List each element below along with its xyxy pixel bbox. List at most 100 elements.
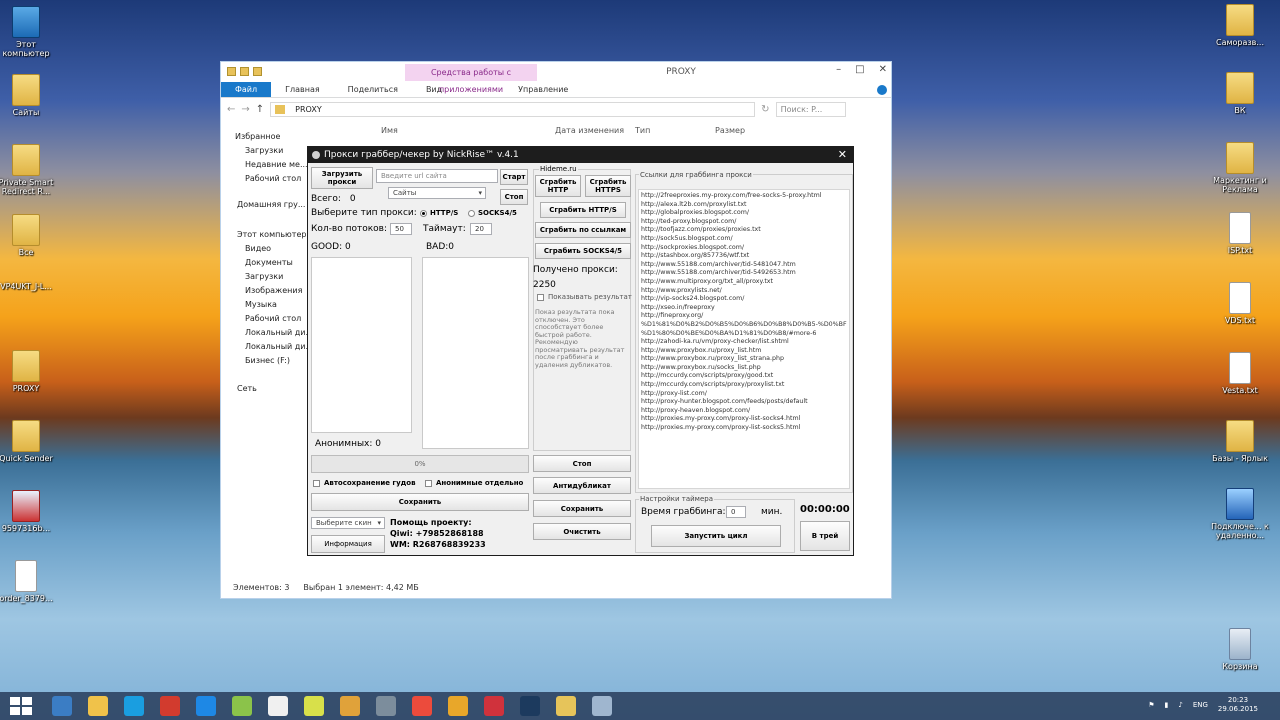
grab-http-button[interactable]: Сграбить HTTP <box>535 175 581 197</box>
good-list[interactable] <box>311 257 412 433</box>
stop-top-button[interactable]: Стоп <box>500 189 528 205</box>
column-name[interactable]: Имя <box>381 126 555 135</box>
nav-item[interactable]: Избранное <box>235 130 280 144</box>
nav-item[interactable]: Локальный ди... <box>245 326 313 340</box>
checkbox-icon[interactable] <box>313 479 320 487</box>
grab-https-button[interactable]: Сграбить HTTPS <box>585 175 631 197</box>
taskbar-app[interactable] <box>440 693 476 719</box>
language-indicator[interactable]: ENG <box>1193 701 1208 709</box>
desktop-icon[interactable]: Базы - Ярлык <box>1210 420 1270 463</box>
grab-time-input[interactable]: 0 <box>726 506 746 518</box>
up-icon[interactable]: ↑ <box>256 104 264 115</box>
desktop-icon[interactable]: Quick Sender <box>0 420 56 463</box>
flag-icon[interactable]: ⚑ <box>1148 701 1154 709</box>
search-input[interactable]: Поиск: P... <box>775 101 846 117</box>
save2-button[interactable]: Сохранить <box>533 500 631 517</box>
desktop-icon[interactable]: order_8379... <box>0 560 56 603</box>
taskbar-app[interactable] <box>512 693 548 719</box>
folder-icon[interactable] <box>227 67 236 76</box>
autosave-checkbox[interactable]: Автосохранение гудов <box>313 479 416 487</box>
close-icon[interactable]: ✕ <box>879 64 887 75</box>
nav-item[interactable]: Загрузки <box>245 270 283 284</box>
start-button-icon[interactable] <box>10 697 32 715</box>
show-result-checkbox[interactable]: Показывать результат <box>537 293 632 301</box>
help-icon[interactable] <box>877 85 887 95</box>
skin-select[interactable]: Выберите скин ▾ <box>311 517 385 529</box>
sites-select[interactable]: Сайты ▾ <box>388 187 486 199</box>
desktop-icon[interactable]: Vesta.txt <box>1210 352 1270 395</box>
nav-item[interactable]: Сеть <box>237 382 257 396</box>
desktop-icon[interactable]: Сайты <box>0 74 56 117</box>
tab-manage[interactable]: Управление <box>504 82 582 97</box>
maximize-icon[interactable]: □ <box>855 64 864 75</box>
taskbar-app[interactable] <box>296 693 332 719</box>
nav-item[interactable]: Этот компьютер <box>237 228 306 242</box>
desktop-icon[interactable]: Подключе... к удаленно... <box>1210 488 1270 540</box>
nav-item[interactable]: Недавние ме... <box>245 158 308 172</box>
column-size[interactable]: Размер <box>715 126 775 135</box>
url-input[interactable]: Введите url сайта <box>376 169 498 183</box>
urls-textarea[interactable]: http://2freeproxies.my-proxy.com/free-so… <box>638 189 850 489</box>
desktop-icon[interactable]: Этот компьютер <box>0 6 56 58</box>
network-icon[interactable]: ▮ <box>1164 701 1168 709</box>
taskbar-app[interactable] <box>80 693 116 719</box>
nav-item[interactable]: Видео <box>245 242 271 256</box>
desktop-icon[interactable]: ISP.txt <box>1210 212 1270 255</box>
properties-icon[interactable] <box>240 67 249 76</box>
taskbar-app[interactable] <box>584 693 620 719</box>
desktop-icon[interactable]: Корзина <box>1210 628 1270 671</box>
antiduplicate-button[interactable]: Антидубликат <box>533 477 631 494</box>
nav-item[interactable]: Документы <box>245 256 293 270</box>
grab-links-button[interactable]: Сграбить по ссылкам <box>535 222 631 238</box>
tray-button[interactable]: В трей <box>800 521 850 551</box>
minimize-icon[interactable]: – <box>836 64 841 75</box>
stop-button[interactable]: Стоп <box>533 455 631 472</box>
nav-item[interactable]: Рабочий стол <box>245 312 301 326</box>
new-folder-icon[interactable] <box>253 67 262 76</box>
desktop-icon[interactable]: Маркетинг и Реклама <box>1210 142 1270 194</box>
nav-item[interactable]: Загрузки <box>245 144 283 158</box>
timeout-input[interactable]: 20 <box>470 223 492 235</box>
desktop-icon[interactable]: 9597316b... <box>0 490 56 533</box>
taskbar-app[interactable] <box>404 693 440 719</box>
desktop-icon[interactable]: ВК <box>1210 72 1270 115</box>
radio-http[interactable]: HTTP/S <box>420 209 458 217</box>
taskbar-app[interactable] <box>44 693 80 719</box>
radio-icon[interactable] <box>420 209 427 217</box>
nav-item[interactable]: Музыка <box>245 298 277 312</box>
nav-item[interactable]: Бизнес (F:) <box>245 354 290 368</box>
radio-socks[interactable]: SOCKS4/5 <box>468 209 517 217</box>
address-input[interactable]: PROXY <box>270 101 756 117</box>
save-button[interactable]: Сохранить <box>311 493 529 511</box>
radio-icon[interactable] <box>468 209 475 217</box>
tab-file[interactable]: Файл <box>221 82 272 97</box>
checkbox-icon[interactable] <box>425 479 432 487</box>
desktop-icon[interactable]: VDS.txt <box>1210 282 1270 325</box>
desktop-icon[interactable]: Саморазв... <box>1210 4 1270 47</box>
info-button[interactable]: Информация <box>311 535 385 553</box>
nav-item[interactable]: Домашняя гру... <box>237 198 305 212</box>
desktop-icon[interactable]: PROXY <box>0 350 56 393</box>
checkbox-icon[interactable] <box>537 293 544 301</box>
bad-list[interactable] <box>422 257 529 449</box>
clock[interactable]: 20:23 29.06.2015 <box>1218 696 1258 714</box>
desktop-icon[interactable]: Private Smart Redirect R... <box>0 144 56 196</box>
taskbar-app[interactable] <box>188 693 224 719</box>
grab-socks-button[interactable]: Сграбить SOCKS4/5 <box>535 243 631 259</box>
tab-home[interactable]: Главная <box>271 82 334 97</box>
column-type[interactable]: Тип <box>635 126 715 135</box>
threads-input[interactable]: 50 <box>390 223 412 235</box>
forward-icon[interactable]: → <box>241 104 249 115</box>
tab-share[interactable]: Поделиться <box>334 82 412 97</box>
anon-separate-checkbox[interactable]: Анонимные отдельно <box>425 479 523 487</box>
back-icon[interactable]: ← <box>227 104 235 115</box>
taskbar-app[interactable] <box>116 693 152 719</box>
refresh-icon[interactable]: ↻ <box>761 104 769 115</box>
column-date[interactable]: Дата изменения <box>555 126 635 135</box>
nav-item[interactable]: Изображения <box>245 284 302 298</box>
desktop-icon[interactable]: Все <box>0 214 56 257</box>
taskbar-app[interactable] <box>476 693 512 719</box>
desktop-icon[interactable]: VP4UKT_J-L... <box>0 282 325 460</box>
start-button[interactable]: Старт <box>500 169 528 185</box>
taskbar-app[interactable] <box>224 693 260 719</box>
